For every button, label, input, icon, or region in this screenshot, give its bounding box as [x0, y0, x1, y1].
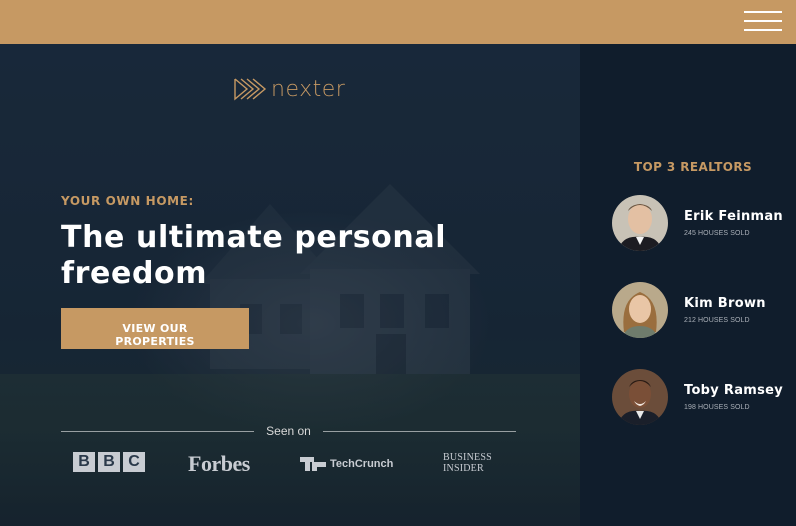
realtor-card[interactable]: Toby Ramsey 198 HOUSES SOLD [612, 368, 796, 426]
bbc-letter: C [123, 452, 145, 472]
realtor-sold: 198 HOUSES SOLD [684, 404, 750, 411]
hamburger-menu-icon[interactable] [744, 8, 782, 34]
play-chevrons-icon [234, 78, 267, 101]
seen-on-label: Seen on [266, 424, 311, 438]
realtor-sold: 245 HOUSES SOLD [684, 230, 750, 237]
realtor-sold: 212 HOUSES SOLD [684, 317, 750, 324]
avatar [612, 369, 668, 425]
seen-on-section: Seen on [61, 424, 516, 438]
hero-section: nexter YOUR OWN HOME: The ultimate perso… [0, 44, 580, 526]
avatar [612, 282, 668, 338]
avatar [612, 195, 668, 251]
menu-line [744, 11, 782, 13]
business-insider-line2: INSIDER [443, 463, 484, 474]
realtor-card[interactable]: Erik Feinman 245 HOUSES SOLD [612, 194, 796, 252]
realtor-name: Kim Brown [684, 296, 766, 311]
realtor-name: Erik Feinman [684, 209, 783, 224]
nexter-logo[interactable]: nexter [233, 74, 345, 104]
techcrunch-logo: TechCrunch [300, 457, 393, 471]
techcrunch-mark-icon [300, 457, 326, 471]
realtor-name: Toby Ramsey [684, 383, 784, 398]
top-bar [0, 0, 796, 44]
hero-heading: The ultimate personal freedom [61, 220, 447, 291]
bbc-letter: B [73, 452, 95, 472]
bbc-logo: B B C [73, 452, 145, 472]
view-properties-button[interactable]: VIEW OUR PROPERTIES [61, 308, 249, 349]
realtor-card[interactable]: Kim Brown 212 HOUSES SOLD [612, 281, 796, 339]
hero-content: YOUR OWN HOME: The ultimate personal fre… [61, 194, 481, 350]
realtors-title: TOP 3 REALTORS [633, 160, 753, 174]
techcrunch-text: TechCrunch [330, 458, 394, 470]
hero-subtitle: YOUR OWN HOME: [61, 194, 194, 208]
bbc-letter: B [98, 452, 120, 472]
business-insider-logo: BUSINESS INSIDER [443, 452, 492, 474]
divider-line [61, 430, 255, 432]
lawn-background [0, 374, 580, 526]
logo-text: nexter [271, 76, 346, 102]
menu-line [744, 29, 782, 31]
menu-line [744, 20, 782, 22]
forbes-logo: Forbes [188, 451, 250, 476]
business-insider-line1: BUSINESS [443, 452, 492, 463]
divider-line [322, 430, 516, 432]
realtors-sidebar: TOP 3 REALTORS Erik Feinman 245 HOUSES S… [580, 44, 796, 526]
